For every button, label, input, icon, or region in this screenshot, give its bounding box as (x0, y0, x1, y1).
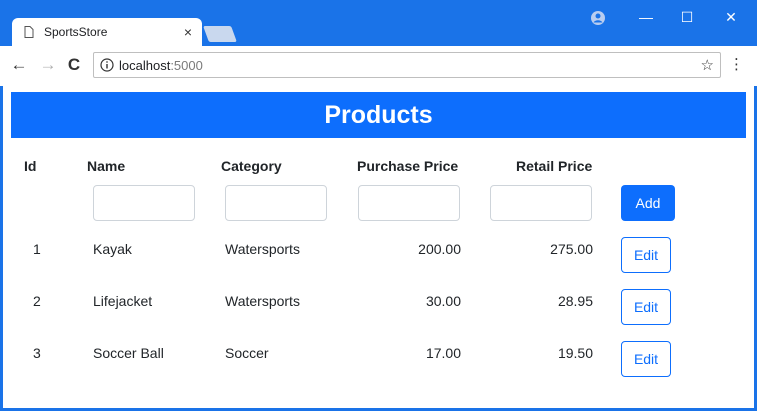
column-header-id: Id (24, 158, 37, 174)
browser-toolbar: ← → C localhost:5000 ☆ ⋮ (0, 46, 757, 86)
title-bar: SportsStore × — ☐ ✕ (0, 0, 757, 46)
url-text: localhost:5000 (119, 58, 203, 73)
page-icon (24, 26, 34, 38)
row-3-category: Soccer (225, 345, 269, 361)
close-tab-icon[interactable]: × (184, 24, 192, 40)
page-title: Products (11, 92, 746, 138)
column-header-retail-price: Retail Price (516, 158, 593, 174)
edit-button[interactable]: Edit (621, 237, 671, 273)
tab-sportsstore[interactable]: SportsStore × (12, 18, 202, 46)
row-1-purchase-price: 200.00 (418, 241, 461, 257)
window-close-button[interactable]: ✕ (711, 6, 751, 28)
reload-icon[interactable]: C (63, 54, 85, 76)
add-button[interactable]: Add (621, 185, 675, 221)
row-3-purchase-price: 17.00 (425, 345, 461, 361)
row-3-retail-price: 19.50 (557, 345, 593, 361)
name-input[interactable] (93, 185, 195, 221)
row-2-purchase-price: 30.00 (425, 293, 461, 309)
browser-menu-icon[interactable]: ⋮ (729, 54, 744, 76)
row-1-name: Kayak (93, 241, 132, 257)
row-3-id: 3 (33, 345, 41, 361)
category-input[interactable] (225, 185, 327, 221)
retail-price-input[interactable] (490, 185, 592, 221)
column-header-purchase-price: Purchase Price (357, 158, 459, 174)
purchase-price-input[interactable] (358, 185, 460, 221)
new-tab-button[interactable] (203, 26, 237, 42)
column-header-category: Category (221, 158, 282, 174)
edit-button[interactable]: Edit (621, 289, 671, 325)
back-arrow-icon[interactable]: ← (8, 54, 30, 76)
row-1-id: 1 (33, 241, 41, 257)
url-port: :5000 (170, 58, 203, 73)
address-bar[interactable]: localhost:5000 ☆ (93, 52, 721, 78)
row-2-category: Watersports (225, 293, 300, 309)
row-2-id: 2 (33, 293, 41, 309)
row-1-category: Watersports (225, 241, 300, 257)
edit-button[interactable]: Edit (621, 341, 671, 377)
tab-title: SportsStore (44, 25, 108, 39)
row-2-retail-price: 28.95 (557, 293, 593, 309)
page-content: Products Id Name Category Purchase Price… (3, 86, 754, 408)
column-header-name: Name (87, 158, 126, 174)
row-2-name: Lifejacket (93, 293, 153, 309)
maximize-button[interactable]: ☐ (667, 6, 707, 28)
info-icon[interactable] (100, 58, 114, 72)
forward-arrow-icon[interactable]: → (37, 54, 59, 76)
minimize-button[interactable]: — (626, 6, 666, 28)
bookmark-star-icon[interactable]: ☆ (701, 56, 714, 74)
url-host: localhost (119, 58, 171, 73)
profile-icon[interactable] (590, 10, 606, 26)
browser-window: SportsStore × — ☐ ✕ ← → C localhost:5000… (0, 0, 757, 411)
row-3-name: Soccer Ball (93, 345, 164, 361)
row-1-retail-price: 275.00 (550, 241, 593, 257)
